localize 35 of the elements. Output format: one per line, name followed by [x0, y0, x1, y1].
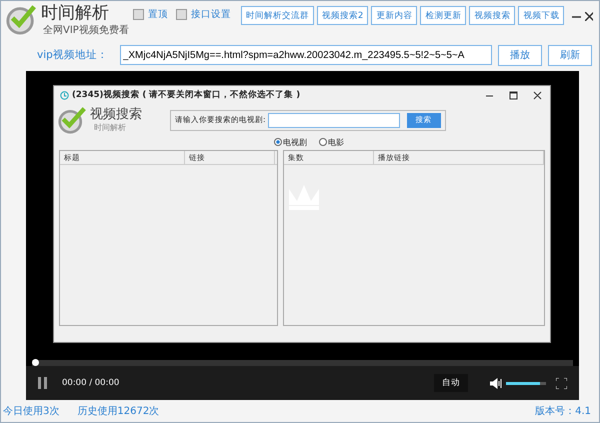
type-radio-button[interactable]: 电视剧 — [274, 136, 307, 148]
url-input-field[interactable]: _XMjc4NjA5NjI5Mg==.html?spm=a2hww.20023042.m_223495.5~5!2~5~5~A — [120, 45, 492, 66]
close-icon[interactable] — [584, 12, 593, 21]
history-usage: 历史使用12672次 — [77, 404, 160, 418]
dialog-title: (2345)视频搜索 ( 请不要关闭本窗口，不然你选不了集 ) — [72, 89, 300, 102]
fullscreen-icon[interactable] — [556, 378, 567, 389]
progress-track[interactable] — [32, 360, 573, 366]
app-subtitle: 全网VIP视频免费看 — [43, 24, 129, 37]
address-button[interactable]: 播放 — [498, 44, 542, 66]
toolbar-button[interactable]: 更新内容 — [371, 6, 418, 25]
app-title: 时间解析 — [41, 3, 110, 23]
search-input-field[interactable] — [268, 112, 400, 128]
option-checkbox[interactable]: 接口设置 — [176, 8, 231, 21]
type-radio-button[interactable]: 电影 — [319, 136, 344, 148]
address-label: vip视频地址： — [37, 48, 108, 62]
clock-check-logo-icon — [57, 106, 87, 134]
progress-thumb[interactable] — [32, 359, 39, 366]
window-controls-icon[interactable] — [484, 90, 544, 100]
playback-time: 00:00 / 00:00 — [62, 378, 120, 388]
toolbar-button[interactable]: 视频搜索 — [469, 6, 516, 25]
toolbar-button[interactable]: 时间解析交流群 — [240, 6, 314, 25]
address-button[interactable]: 刷新 — [548, 44, 592, 66]
dialog-logo-subtitle: 时间解析 — [94, 122, 127, 134]
today-usage: 今日使用3次 — [3, 405, 60, 418]
quality-button[interactable]: 自动 — [434, 374, 468, 392]
dialog-logo-title: 视频搜索 — [90, 107, 142, 122]
pause-icon[interactable] — [38, 377, 48, 390]
version-label: 版本号：4.1 — [535, 404, 591, 418]
toolbar-button[interactable]: 视频搜索2 — [316, 6, 368, 25]
toolbar-button[interactable]: 检测更新 — [420, 6, 466, 25]
clock-icon — [60, 90, 69, 100]
toolbar-button[interactable]: 视频下载 — [518, 6, 564, 25]
volume-icon[interactable] — [490, 378, 502, 389]
option-checkbox[interactable]: 置顶 — [132, 8, 168, 21]
clock-check-logo-icon — [5, 3, 37, 35]
